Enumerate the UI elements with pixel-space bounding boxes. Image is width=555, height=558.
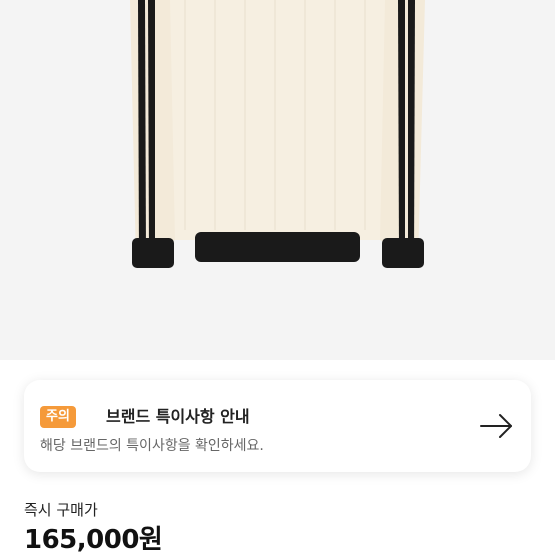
warning-badge: 주의	[40, 406, 76, 428]
notice-subtitle: 해당 브랜드의 특이사항을 확인하세요.	[40, 438, 264, 454]
notice-title: 브랜드 특이사항 안내	[106, 407, 250, 426]
product-image	[0, 0, 555, 360]
instant-buy-price: 165,000원	[24, 525, 163, 555]
brand-notice-card[interactable]: 주의 브랜드 특이사항 안내 해당 브랜드의 특이사항을 확인하세요.	[24, 380, 531, 472]
arrow-right-icon[interactable]	[479, 412, 515, 440]
instant-buy-label: 즉시 구매가	[24, 501, 98, 519]
sweater-illustration	[130, 0, 425, 268]
